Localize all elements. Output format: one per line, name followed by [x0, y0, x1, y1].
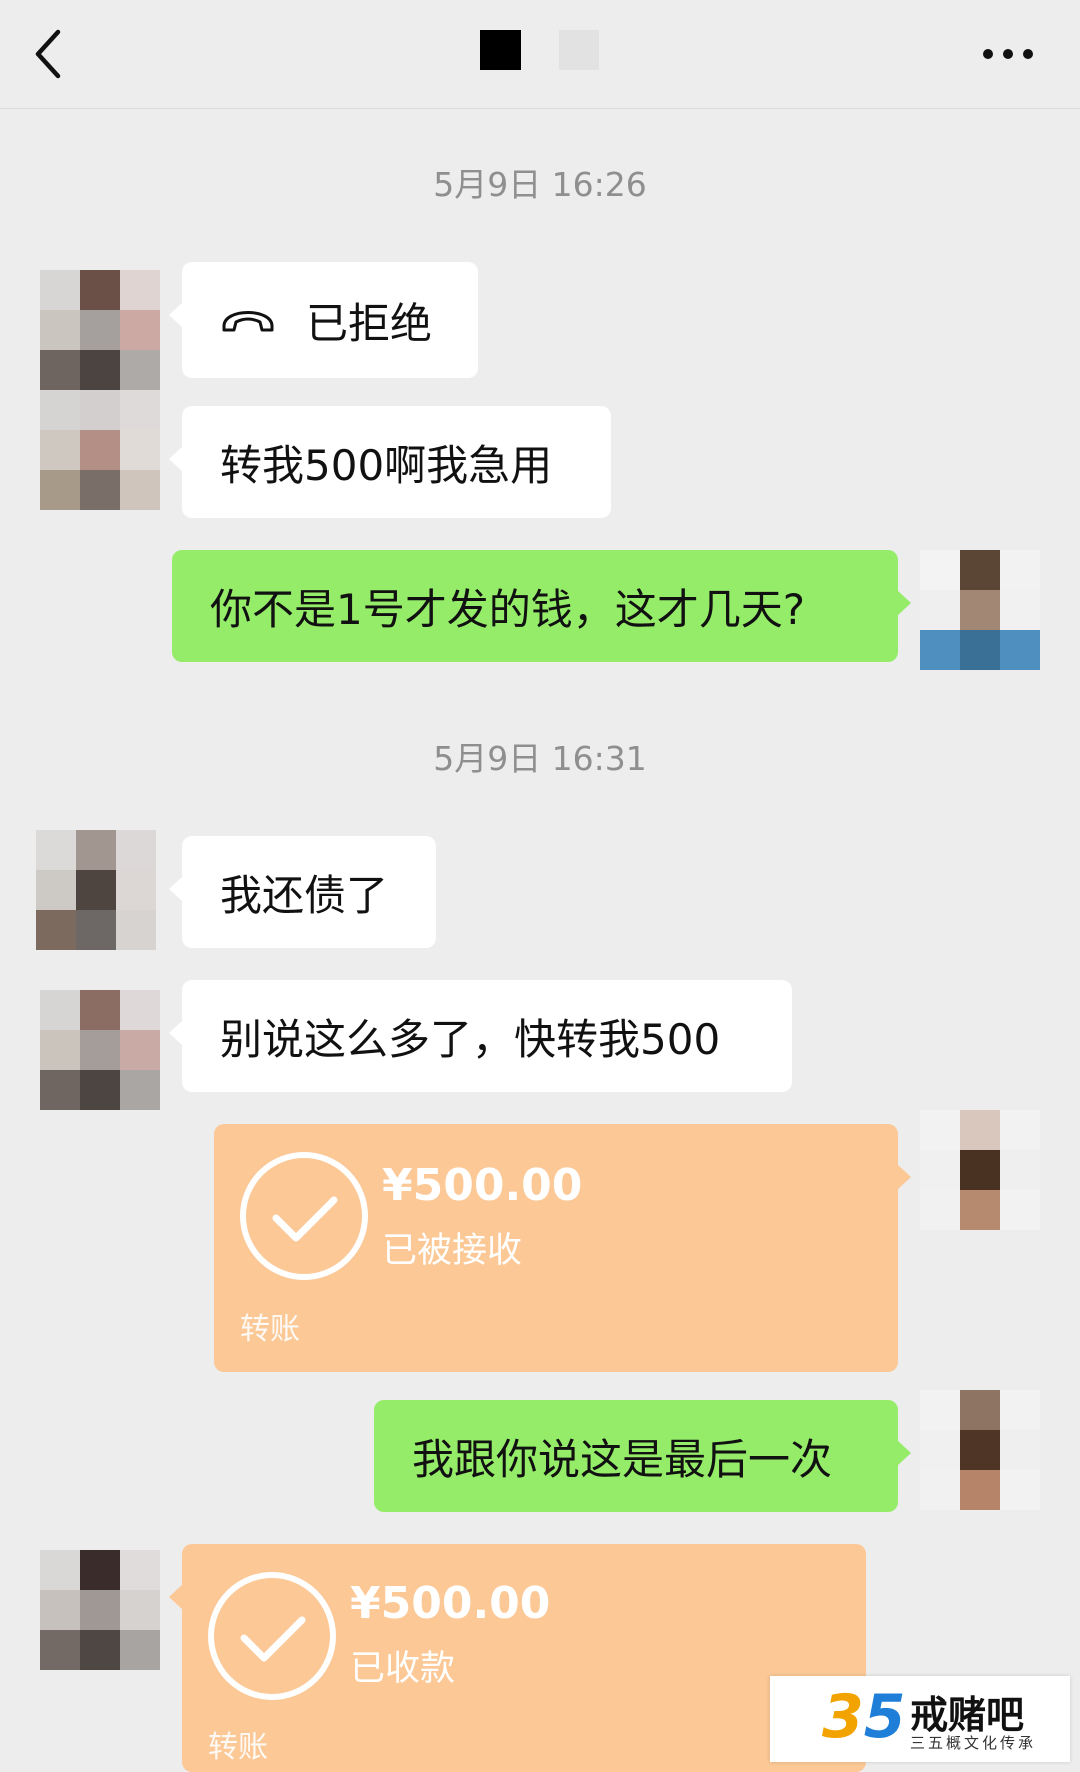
- watermark-logo: 35 戒赌吧 三五概文化传承: [770, 1676, 1070, 1762]
- transfer-card-collected[interactable]: ¥500.00 已收款 转账: [169, 1544, 866, 1772]
- contact-avatar[interactable]: [40, 270, 160, 510]
- outgoing-message[interactable]: 你不是1号才发的钱，这才几天?: [172, 550, 911, 662]
- transfer-status: 已被接收: [382, 1231, 523, 1271]
- contact-avatar[interactable]: [36, 830, 156, 950]
- transfer-label: 转账: [240, 1312, 300, 1347]
- my-avatar[interactable]: [920, 550, 1040, 670]
- incoming-message[interactable]: 别说这么多了，快转我500: [169, 980, 792, 1092]
- watermark-subtitle: 三五概文化传承: [910, 1734, 1037, 1752]
- phone-hangup-icon: [222, 311, 274, 332]
- my-avatar[interactable]: [920, 1390, 1040, 1510]
- message-timestamp: 5月9日 16:31: [433, 739, 647, 778]
- transfer-card-received[interactable]: ¥500.00 已被接收 转账: [214, 1124, 911, 1372]
- message-text: 我跟你说这是最后一次: [412, 1434, 833, 1484]
- incoming-message[interactable]: 我还债了: [169, 836, 436, 948]
- watermark-number: 35: [822, 1682, 906, 1752]
- contact-avatar[interactable]: [40, 1550, 160, 1670]
- watermark-title: 戒赌吧: [910, 1693, 1025, 1737]
- message-text: 转我500啊我急用: [220, 440, 553, 490]
- chat-title-redacted: [480, 30, 521, 70]
- incoming-message[interactable]: 转我500啊我急用: [169, 406, 611, 518]
- message-text: 你不是1号才发的钱，这才几天?: [210, 584, 806, 634]
- contact-avatar[interactable]: [40, 990, 160, 1110]
- check-circle-icon: [240, 1152, 368, 1280]
- transfer-label: 转账: [208, 1730, 268, 1765]
- more-dots-icon[interactable]: [980, 36, 1036, 72]
- incoming-message-call-rejected[interactable]: 已拒绝: [169, 262, 478, 378]
- transfer-amount: ¥500.00: [382, 1160, 583, 1211]
- my-avatar[interactable]: [920, 1110, 1040, 1230]
- chevron-left-icon[interactable]: [30, 26, 70, 82]
- chat-header: [0, 0, 1080, 109]
- message-timestamp: 5月9日 16:26: [433, 165, 647, 204]
- transfer-status: 已收款: [350, 1649, 456, 1689]
- chat-title-redacted-faint: [559, 30, 599, 70]
- transfer-amount: ¥500.00: [350, 1578, 551, 1629]
- check-circle-icon: [208, 1572, 336, 1700]
- outgoing-message[interactable]: 我跟你说这是最后一次: [374, 1400, 911, 1512]
- message-text: 我还债了: [220, 870, 389, 920]
- message-text: 已拒绝: [306, 298, 433, 348]
- message-text: 别说这么多了，快转我500: [220, 1014, 721, 1064]
